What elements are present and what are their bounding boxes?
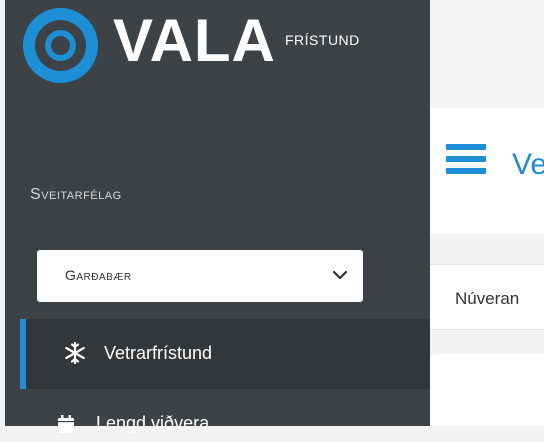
tab-current[interactable]: Núveran	[455, 289, 519, 309]
chevron-down-icon	[332, 270, 348, 280]
top-bar	[430, 0, 544, 108]
vala-logo-icon	[23, 8, 98, 83]
sidebar-item-label: Vetrarfrístund	[104, 343, 213, 363]
tabs-strip: Núveran	[430, 264, 544, 330]
municipality-label: Sveitarfélag	[30, 186, 122, 203]
brand-subtitle: FRÍSTUND	[285, 32, 360, 48]
content-card	[430, 354, 544, 426]
calendar-icon	[58, 415, 74, 433]
page-header: Ve	[430, 108, 544, 234]
sidebar-item-vetrarfristund[interactable]: Vetrarfrístund	[20, 319, 430, 389]
snowflake-icon	[65, 342, 85, 364]
municipality-select[interactable]: Garðabær	[37, 250, 363, 302]
municipality-select-value: Garðabær	[65, 267, 132, 283]
sidebar-item-label: Lengd viðvera	[96, 413, 210, 433]
page-title: Ve	[512, 148, 544, 181]
brand-name: VALA	[113, 7, 276, 74]
sidebar-item-lengd-vidvera[interactable]: Lengd viðvera	[20, 402, 430, 442]
sidebar: VALA FRÍSTUND Sveitarfélag Garðabær Vetr…	[5, 0, 430, 433]
brand-logo[interactable]: VALA FRÍSTUND	[23, 7, 403, 90]
hamburger-menu-icon[interactable]	[446, 144, 486, 178]
